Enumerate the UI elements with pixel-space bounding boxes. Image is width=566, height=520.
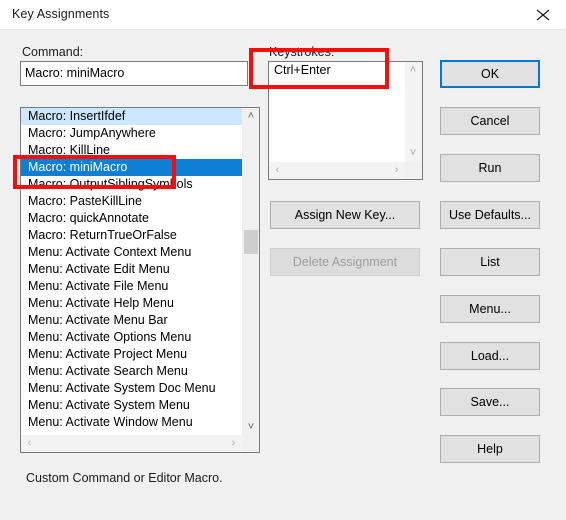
ok-button[interactable]: OK: [440, 60, 540, 88]
command-list-viewport[interactable]: Macro: InsertIfdef Macro: JumpAnywhere Mac…: [21, 108, 242, 436]
scroll-left-button[interactable]: ‹: [21, 435, 38, 451]
chevron-left-icon: ‹: [275, 164, 280, 176]
command-list-item[interactable]: Menu: Activate Project Menu: [21, 346, 242, 363]
command-list-item[interactable]: Macro: KillLine: [21, 142, 242, 159]
command-list-item[interactable]: Menu: Activate Search Menu: [21, 363, 242, 380]
run-button[interactable]: Run: [440, 154, 540, 182]
command-list-item[interactable]: Menu: Activate Help Menu: [21, 295, 242, 312]
save-button[interactable]: Save...: [440, 388, 540, 416]
chevron-right-icon: ›: [394, 164, 399, 176]
command-list-horizontal-scrollbar[interactable]: ‹ ›: [21, 435, 242, 452]
chevron-right-icon: ›: [231, 437, 236, 449]
command-list-item[interactable]: Menu: Activate Window Menu: [21, 414, 242, 431]
status-text: Custom Command or Editor Macro.: [26, 471, 223, 485]
delete-assignment-button: Delete Assignment: [270, 248, 420, 276]
command-list-item[interactable]: Menu: Activate File Menu: [21, 278, 242, 295]
scroll-down-button[interactable]: ˅: [243, 419, 259, 436]
scroll-up-button[interactable]: ˄: [405, 62, 421, 79]
command-list-item[interactable]: Macro: miniMacro: [21, 159, 242, 176]
scroll-left-button[interactable]: ‹: [269, 162, 286, 178]
command-label: Command:: [22, 45, 84, 59]
keystrokes-vertical-scrollbar[interactable]: ˄ ˅: [405, 62, 422, 162]
close-icon: [536, 9, 550, 21]
keystrokes-horizontal-scrollbar[interactable]: ‹ ›: [269, 162, 405, 179]
chevron-down-icon: ˅: [247, 421, 255, 433]
scrollbar-corner: [242, 435, 259, 452]
titlebar: Key Assignments: [0, 0, 566, 30]
command-list-item[interactable]: Macro: ReturnTrueOrFalse: [21, 227, 242, 244]
chevron-down-icon: ˅: [409, 147, 417, 159]
keystroke-list-item[interactable]: Ctrl+Enter: [269, 62, 405, 79]
command-list-item[interactable]: Macro: JumpAnywhere: [21, 125, 242, 142]
close-button[interactable]: [520, 0, 566, 29]
menu-button[interactable]: Menu...: [440, 295, 540, 323]
assign-new-key-button[interactable]: Assign New Key...: [270, 201, 420, 229]
command-list-item[interactable]: Menu: Activate System Doc Menu: [21, 380, 242, 397]
command-list-item[interactable]: Menu: Activate Menu Bar: [21, 312, 242, 329]
command-list-item[interactable]: Macro: PasteKillLine: [21, 193, 242, 210]
window-title: Key Assignments: [12, 7, 110, 21]
command-list-item[interactable]: Menu: Activate System Menu: [21, 397, 242, 414]
scrollbar-corner: [405, 162, 422, 179]
keystrokes-list-viewport[interactable]: Ctrl+Enter: [269, 62, 405, 162]
command-list-item[interactable]: Menu: Activate Options Menu: [21, 329, 242, 346]
cancel-button[interactable]: Cancel: [440, 107, 540, 135]
scroll-right-button[interactable]: ›: [388, 162, 405, 178]
use-defaults-button[interactable]: Use Defaults...: [440, 201, 540, 229]
command-listbox[interactable]: Macro: InsertIfdef Macro: JumpAnywhere Mac…: [20, 107, 260, 453]
command-list-item[interactable]: Macro: InsertIfdef: [21, 108, 242, 125]
list-button[interactable]: List: [440, 248, 540, 276]
keystrokes-label: Keystrokes:: [269, 45, 335, 59]
command-list-item[interactable]: Menu: Activate Edit Menu: [21, 261, 242, 278]
command-input-wrapper[interactable]: [20, 61, 248, 86]
key-assignments-dialog: Key Assignments Command: Macro: InsertIf…: [0, 0, 566, 520]
chevron-up-icon: ˄: [247, 110, 255, 122]
command-list-item[interactable]: Macro: OutputSiblingSymbols: [21, 176, 242, 193]
command-input[interactable]: [25, 62, 243, 85]
chevron-left-icon: ‹: [27, 437, 32, 449]
scroll-up-button[interactable]: ˄: [243, 108, 259, 125]
scroll-right-button[interactable]: ›: [225, 435, 242, 451]
scroll-down-button[interactable]: ˅: [405, 145, 421, 162]
load-button[interactable]: Load...: [440, 342, 540, 370]
chevron-up-icon: ˄: [409, 64, 417, 76]
command-list-item[interactable]: Menu: Activate Context Menu: [21, 244, 242, 261]
keystrokes-listbox[interactable]: Ctrl+Enter ˄ ˅ ‹ ›: [268, 61, 423, 180]
help-button[interactable]: Help: [440, 435, 540, 463]
command-list-item[interactable]: Macro: quickAnnotate: [21, 210, 242, 227]
command-list-vertical-scrollbar[interactable]: ˄ ˅: [242, 108, 259, 436]
scrollbar-thumb[interactable]: [244, 230, 258, 254]
